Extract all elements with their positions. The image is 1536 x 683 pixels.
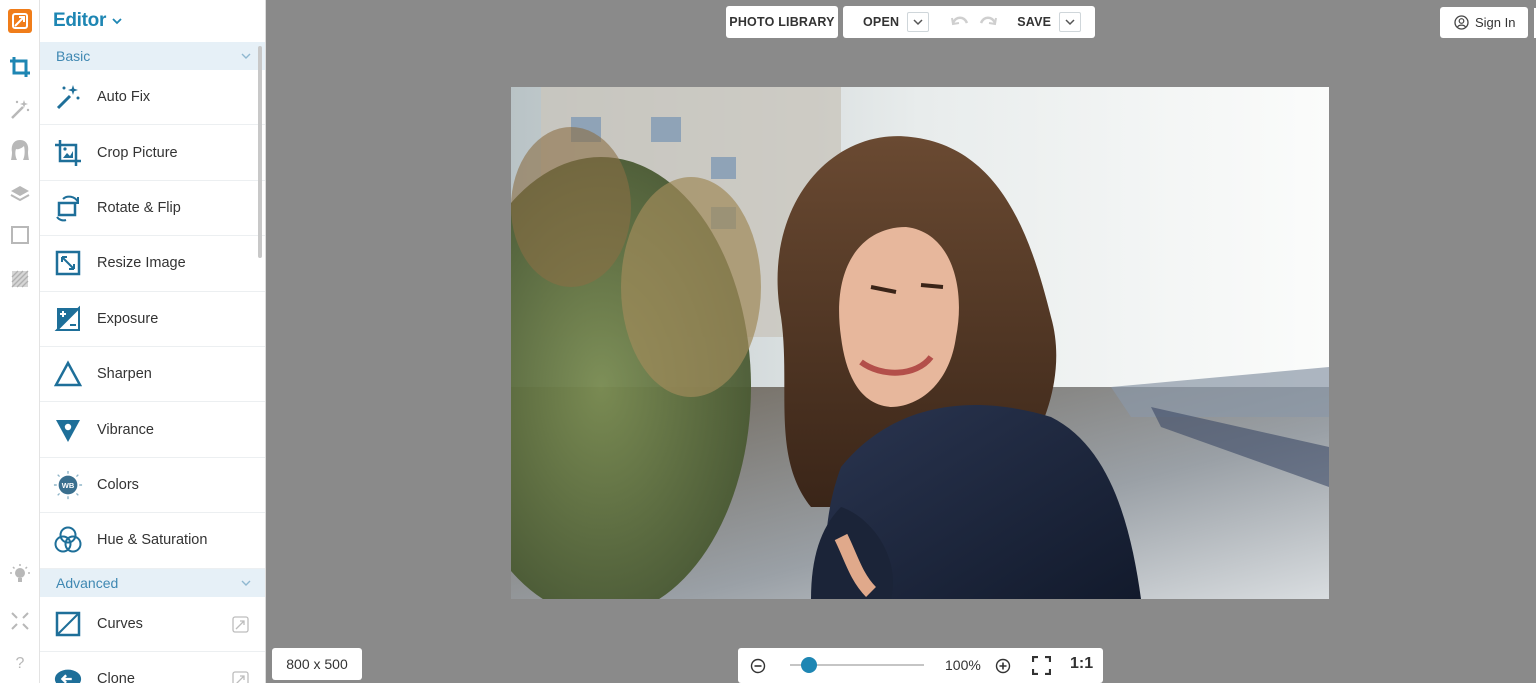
tool-label: Colors [97, 476, 139, 493]
file-toolbar: OPEN SAVE [843, 6, 1095, 38]
tool-label: Exposure [97, 310, 159, 327]
tool-auto-fix[interactable]: Auto Fix [40, 70, 265, 126]
hue-saturation-icon [53, 525, 83, 555]
layers-icon[interactable] [8, 182, 32, 206]
actual-size-button[interactable]: 1:1 [1070, 655, 1093, 673]
panel-scrollbar[interactable] [258, 46, 262, 258]
panel-title: Editor [53, 10, 107, 31]
section-advanced[interactable]: Advanced [40, 568, 265, 597]
tool-vibrance[interactable]: Vibrance [40, 402, 265, 458]
photo-image [511, 87, 1329, 599]
white-balance-icon: WB [53, 470, 83, 500]
zoom-in-icon[interactable] [995, 658, 1011, 674]
portrait-icon[interactable] [8, 138, 32, 162]
photo-library-label: PHOTO LIBRARY [729, 15, 835, 29]
pro-badge-icon [232, 615, 249, 633]
chevron-down-icon [112, 18, 122, 25]
section-basic[interactable]: Basic [40, 42, 265, 70]
exposure-icon [53, 304, 83, 334]
clone-icon [53, 664, 83, 683]
tool-curves[interactable]: Curves [40, 597, 265, 652]
curves-icon [53, 609, 83, 639]
magic-wand-icon[interactable] [8, 97, 32, 121]
pro-badge-icon [232, 671, 249, 683]
zoom-out-icon[interactable] [750, 658, 766, 674]
tool-label: Hue & Saturation [97, 532, 208, 549]
lightbulb-icon[interactable] [8, 562, 32, 586]
chevron-down-icon [1065, 19, 1075, 26]
rotate-flip-icon [53, 193, 83, 223]
help-icon[interactable]: ? [8, 652, 32, 676]
section-label: Basic [56, 48, 91, 64]
fullscreen-icon[interactable] [8, 609, 32, 633]
vibrance-icon [53, 415, 83, 445]
app-logo[interactable] [8, 9, 32, 33]
tool-label: Clone [97, 671, 135, 683]
tool-label: Auto Fix [97, 89, 151, 106]
tool-label: Resize Image [97, 255, 186, 272]
chevron-down-icon [241, 580, 251, 586]
frame-icon[interactable] [8, 223, 32, 247]
redo-icon[interactable] [979, 13, 998, 32]
zoom-controls: 100% 1:1 [738, 648, 1103, 683]
tool-label: Sharpen [97, 366, 152, 383]
panel-header[interactable]: Editor [40, 0, 265, 42]
open-button[interactable]: OPEN [863, 15, 899, 29]
tool-hue-saturation[interactable]: Hue & Saturation [40, 513, 265, 569]
photo-library-button[interactable]: PHOTO LIBRARY [726, 6, 838, 38]
tool-clone[interactable]: Clone [40, 652, 265, 683]
sharpen-icon [53, 359, 83, 389]
tool-label: Crop Picture [97, 144, 178, 161]
tool-crop-picture[interactable]: Crop Picture [40, 125, 265, 181]
tool-rotate-flip[interactable]: Rotate & Flip [40, 181, 265, 237]
section-label: Advanced [56, 574, 119, 591]
resize-icon [53, 248, 83, 278]
sign-in-button[interactable]: Sign In [1440, 7, 1528, 38]
auto-fix-icon [53, 82, 83, 112]
crop-picture-icon [53, 138, 83, 168]
save-button[interactable]: SAVE [1017, 15, 1051, 29]
open-dropdown[interactable] [907, 12, 930, 32]
tool-colors[interactable]: WB Colors [40, 458, 265, 514]
tool-exposure[interactable]: Exposure [40, 292, 265, 347]
save-dropdown[interactable] [1059, 12, 1082, 32]
undo-icon[interactable] [951, 13, 969, 32]
tool-panel: Editor Basic Auto Fix Crop Picture Rotat… [40, 0, 266, 683]
image-size-indicator: 800 x 500 [272, 648, 362, 680]
zoom-slider-handle[interactable] [800, 657, 817, 673]
canvas-photo[interactable] [511, 87, 1329, 599]
tool-rail: ? [0, 0, 40, 683]
user-icon [1454, 15, 1469, 30]
wb-icon-text: WB [62, 481, 75, 490]
fit-screen-icon[interactable] [1032, 656, 1051, 675]
chevron-down-icon [913, 19, 923, 26]
tool-label: Rotate & Flip [97, 199, 181, 216]
tool-label: Vibrance [97, 421, 154, 438]
crop-icon[interactable] [8, 55, 32, 79]
zoom-level: 100% [945, 657, 981, 673]
sign-in-label: Sign In [1475, 15, 1516, 30]
texture-icon[interactable] [8, 267, 32, 291]
chevron-down-icon [241, 53, 251, 59]
tool-sharpen[interactable]: Sharpen [40, 347, 265, 403]
tool-label: Curves [97, 615, 143, 632]
tool-resize-image[interactable]: Resize Image [40, 236, 265, 292]
